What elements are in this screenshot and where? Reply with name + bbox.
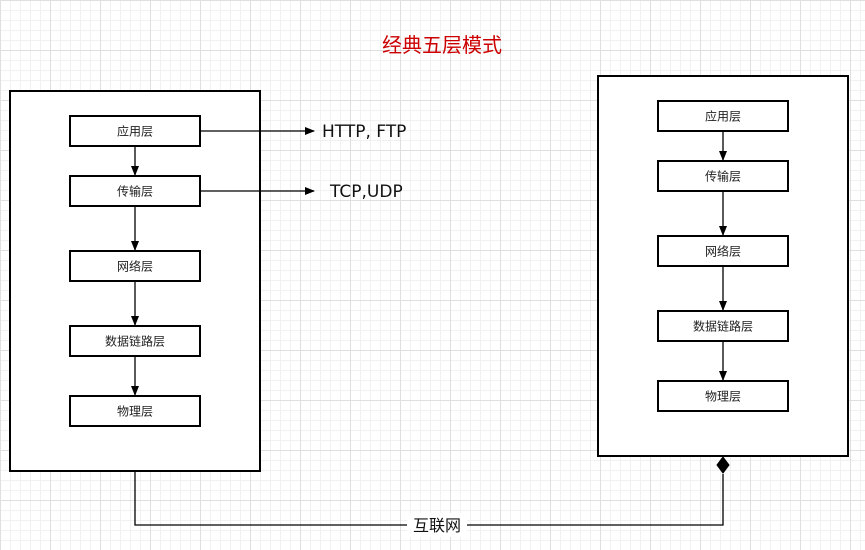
right-layer-data-link[interactable]: 数据链路层 xyxy=(657,310,789,342)
left-layer-network[interactable]: 网络层 xyxy=(69,250,201,282)
left-layer-data-link[interactable]: 数据链路层 xyxy=(69,325,201,357)
connection-label: 互联网 xyxy=(413,516,461,535)
right-layer-network[interactable]: 网络层 xyxy=(657,235,789,267)
left-layer-label: 数据链路层 xyxy=(105,334,165,349)
right-layer-transport[interactable]: 传输层 xyxy=(657,160,789,192)
left-layer-label: 物理层 xyxy=(117,405,153,419)
left-layer-label: 应用层 xyxy=(117,124,153,139)
five-layer-model-diagram: 经典五层模式 应用层 传输层 网络层 数据链路层 物理层 应用层 传输层 网络层… xyxy=(9,33,849,537)
right-layer-application[interactable]: 应用层 xyxy=(657,100,789,132)
left-layer-application[interactable]: 应用层 xyxy=(69,115,201,147)
right-layer-physical[interactable]: 物理层 xyxy=(657,380,789,412)
diagram-title: 经典五层模式 xyxy=(382,33,502,57)
left-layer-transport[interactable]: 传输层 xyxy=(69,175,201,207)
application-protocol-label: HTTP, FTP xyxy=(322,122,406,142)
right-layer-label: 网络层 xyxy=(705,244,741,259)
right-layer-label: 物理层 xyxy=(705,390,741,404)
right-layer-label: 数据链路层 xyxy=(693,319,753,334)
transport-protocol-label: TCP,UDP xyxy=(329,182,403,202)
left-layer-label: 传输层 xyxy=(117,184,153,199)
diamond-endpoint-icon xyxy=(716,456,730,474)
left-layer-label: 网络层 xyxy=(117,259,153,274)
left-layer-physical[interactable]: 物理层 xyxy=(69,395,201,427)
right-layer-label: 传输层 xyxy=(705,169,741,184)
right-layer-label: 应用层 xyxy=(705,109,741,124)
